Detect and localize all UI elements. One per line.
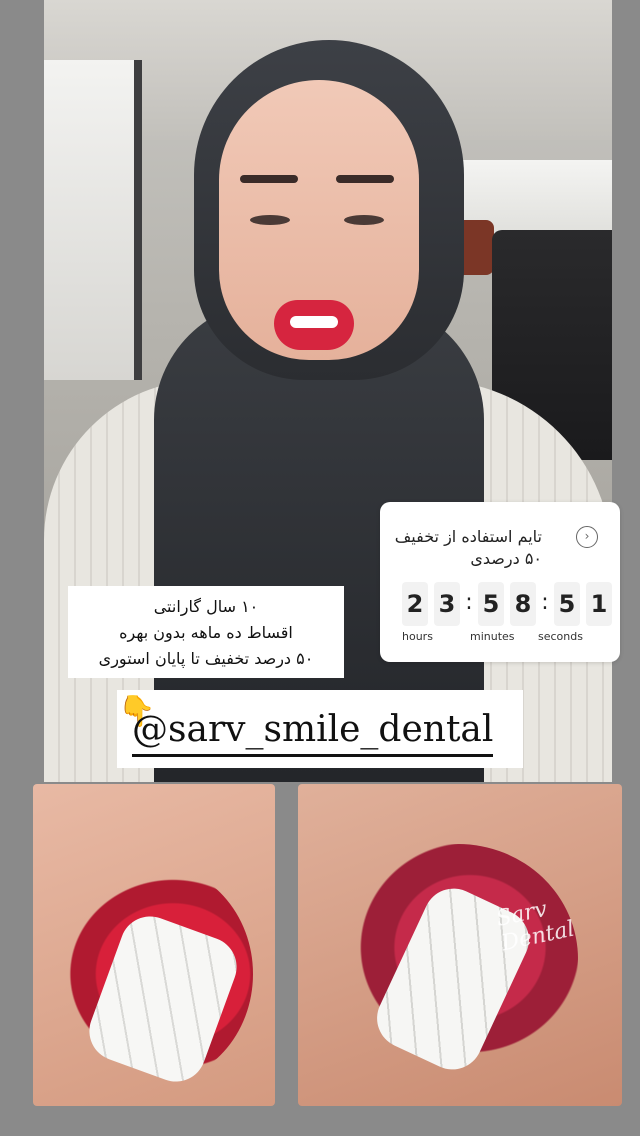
- unit-hours: hours: [402, 630, 433, 643]
- digit-minutes-tens: 5: [478, 582, 504, 626]
- teeth: [290, 316, 338, 328]
- digit-minutes-ones: 8: [510, 582, 536, 626]
- colon: :: [541, 590, 549, 615]
- unit-minutes: minutes: [470, 630, 515, 643]
- offer-info-box: ۱۰ سال گارانتی اقساط ده ماهه بدون بهره ۵…: [68, 586, 344, 678]
- eyebrow-left: [240, 175, 298, 183]
- chevron-right-icon[interactable]: ›: [576, 526, 598, 548]
- account-handle-link[interactable]: @sarv_smile_dental: [132, 710, 494, 757]
- eye-left: [250, 215, 290, 225]
- offer-line: ۵۰ درصد تخفیف تا پایان استوری: [98, 649, 314, 668]
- digit-seconds-ones: 1: [586, 582, 612, 626]
- offer-line: ۱۰ سال گارانتی: [153, 597, 259, 616]
- digit-hours-tens: 2: [402, 582, 428, 626]
- eye-right: [344, 215, 384, 225]
- smile-photo-left: [33, 784, 275, 1106]
- unit-seconds: seconds: [538, 630, 583, 643]
- eyebrow-right: [336, 175, 394, 183]
- offer-line: اقساط ده ماهه بدون بهره: [119, 623, 293, 642]
- digit-hours-ones: 3: [434, 582, 460, 626]
- car-window-left: [44, 60, 142, 380]
- countdown-sticker[interactable]: تایم استفاده از تخفیف ۵۰ درصدی › 2 3 : 5…: [380, 502, 620, 662]
- colon: :: [465, 590, 473, 615]
- digit-seconds-tens: 5: [554, 582, 580, 626]
- countdown-title: تایم استفاده از تخفیف ۵۰ درصدی: [394, 527, 542, 568]
- smile-photo-right: Sarv Dental: [298, 784, 622, 1106]
